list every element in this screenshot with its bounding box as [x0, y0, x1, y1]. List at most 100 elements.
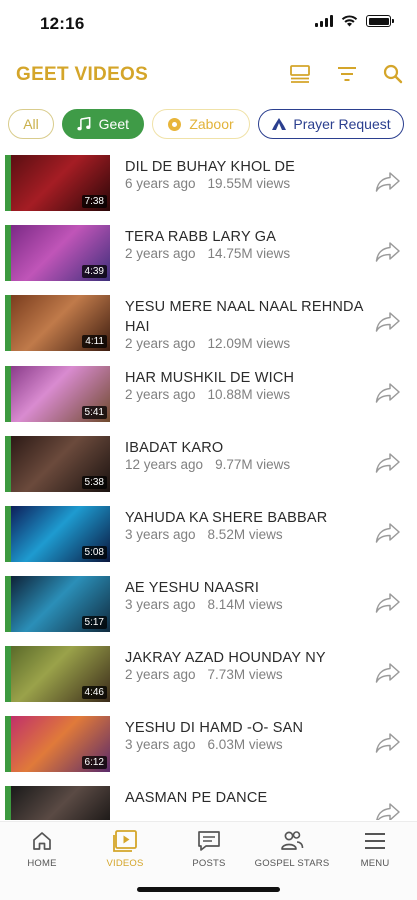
- share-icon[interactable]: [375, 171, 401, 193]
- video-thumbnail[interactable]: 5:17: [5, 576, 110, 632]
- video-duration: 6:12: [81, 756, 107, 769]
- video-thumbnail[interactable]: 4:39: [5, 225, 110, 281]
- video-thumbnail[interactable]: 4:11: [5, 295, 110, 351]
- chip-all[interactable]: All: [8, 109, 54, 139]
- chip-label: All: [23, 116, 39, 132]
- share-icon[interactable]: [375, 522, 401, 544]
- layout-view-icon[interactable]: [288, 62, 312, 86]
- video-icon: [113, 830, 137, 852]
- status-time: 12:16: [40, 14, 85, 33]
- share-icon[interactable]: [375, 662, 401, 684]
- video-meta: 2 years ago 10.88M views: [125, 387, 290, 402]
- thumbnail-image: [11, 786, 110, 820]
- video-title[interactable]: YESU MERE NAAL NAAL REHNDA HAI: [125, 297, 375, 337]
- nav-home[interactable]: HOME: [2, 830, 82, 869]
- video-duration: 5:38: [81, 476, 107, 489]
- signal-icon: [315, 15, 333, 27]
- video-age: 2 years ago: [125, 387, 196, 402]
- video-row[interactable]: 5:38 IBADAT KARO 12 years ago 9.77M views: [0, 436, 417, 492]
- chip-geet[interactable]: Geet: [62, 109, 144, 139]
- share-icon[interactable]: [375, 452, 401, 474]
- video-title[interactable]: AE YESHU NAASRI: [125, 578, 375, 598]
- chip-label: Prayer Request: [293, 116, 391, 132]
- video-title[interactable]: YESHU DI HAMD -O- SAN: [125, 718, 375, 738]
- video-duration: 7:38: [81, 195, 107, 208]
- share-icon[interactable]: [375, 592, 401, 614]
- video-views: 14.75M views: [207, 246, 291, 261]
- video-thumbnail[interactable]: 7:38: [5, 155, 110, 211]
- zaboor-icon: [168, 117, 182, 131]
- share-icon[interactable]: [375, 732, 401, 754]
- share-icon[interactable]: [375, 241, 401, 263]
- video-age: 2 years ago: [125, 246, 196, 261]
- nav-menu[interactable]: MENU: [335, 830, 415, 869]
- video-title[interactable]: YAHUDA KA SHERE BABBAR: [125, 508, 375, 528]
- category-chips: All Geet Zaboor Prayer Request: [8, 109, 404, 139]
- video-title[interactable]: TERA RABB LARY GA: [125, 227, 375, 247]
- video-row[interactable]: 7:38 DIL DE BUHAY KHOL DE 6 years ago 19.55…: [0, 155, 417, 211]
- filter-icon[interactable]: [335, 62, 359, 86]
- chip-prayer-request[interactable]: Prayer Request: [258, 109, 404, 139]
- video-duration: 4:39: [81, 265, 107, 278]
- video-duration: 4:46: [81, 686, 107, 699]
- search-icon[interactable]: [381, 62, 405, 86]
- video-meta: 12 years ago 9.77M views: [125, 457, 290, 472]
- menu-icon: [365, 833, 385, 849]
- chat-icon: [198, 831, 220, 851]
- video-title[interactable]: DIL DE BUHAY KHOL DE: [125, 157, 375, 177]
- nav-label: MENU: [360, 858, 390, 869]
- page-title: GEET VIDEOS: [16, 64, 149, 85]
- music-note-icon: [77, 117, 91, 131]
- status-bar: 12:16: [0, 0, 417, 44]
- chip-zaboor[interactable]: Zaboor: [152, 109, 250, 139]
- video-thumbnail[interactable]: [5, 786, 110, 820]
- video-age: 2 years ago: [125, 667, 196, 682]
- video-meta: 2 years ago 14.75M views: [125, 246, 290, 261]
- praying-hands-icon: [272, 118, 287, 130]
- video-thumbnail[interactable]: 4:46: [5, 646, 110, 702]
- share-icon[interactable]: [375, 382, 401, 404]
- video-thumbnail[interactable]: 5:38: [5, 436, 110, 492]
- wifi-icon: [341, 15, 358, 27]
- nav-gospel-stars[interactable]: GOSPEL STARS: [252, 830, 332, 869]
- video-thumbnail[interactable]: 5:41: [5, 366, 110, 422]
- video-title[interactable]: HAR MUSHKIL DE WICH: [125, 368, 375, 388]
- video-meta: 2 years ago 7.73M views: [125, 667, 283, 682]
- nav-label: POSTS: [192, 858, 226, 869]
- video-duration: 5:17: [81, 616, 107, 629]
- video-age: 3 years ago: [125, 527, 196, 542]
- video-thumbnail[interactable]: 5:08: [5, 506, 110, 562]
- video-views: 12.09M views: [207, 336, 291, 351]
- video-title[interactable]: IBADAT KARO: [125, 438, 375, 458]
- video-views: 19.55M views: [207, 176, 291, 191]
- video-row[interactable]: 4:46 JAKRAY AZAD HOUNDAY NY 2 years ago 7.7…: [0, 646, 417, 702]
- video-row[interactable]: 4:39 TERA RABB LARY GA 2 years ago 14.75M v…: [0, 225, 417, 281]
- video-meta: 2 years ago 12.09M views: [125, 336, 290, 351]
- nav-posts[interactable]: POSTS: [169, 830, 249, 869]
- home-icon: [33, 832, 51, 850]
- video-thumbnail[interactable]: 6:12: [5, 716, 110, 772]
- video-row[interactable]: 5:08 YAHUDA KA SHERE BABBAR 3 years ago 8.5…: [0, 506, 417, 562]
- video-age: 12 years ago: [125, 457, 204, 472]
- video-row[interactable]: 5:17 AE YESHU NAASRI 3 years ago 8.14M view…: [0, 576, 417, 632]
- video-duration: 4:11: [82, 335, 107, 348]
- video-row[interactable]: AASMAN PE DANCE: [0, 786, 417, 820]
- nav-label: HOME: [27, 858, 57, 869]
- video-meta: 6 years ago 19.55M views: [125, 176, 290, 191]
- video-row[interactable]: 6:12 YESHU DI HAMD -O- SAN 3 years ago 6.03…: [0, 716, 417, 772]
- video-duration: 5:08: [81, 546, 107, 559]
- video-age: 3 years ago: [125, 737, 196, 752]
- video-row[interactable]: 4:11 YESU MERE NAAL NAAL REHNDA HAI 2 year…: [0, 295, 417, 351]
- chip-label: Geet: [98, 116, 129, 132]
- video-age: 2 years ago: [125, 336, 196, 351]
- home-indicator: [137, 887, 280, 892]
- nav-videos[interactable]: VIDEOS: [85, 830, 165, 869]
- video-row[interactable]: 5:41 HAR MUSHKIL DE WICH 2 years ago 10.88M…: [0, 366, 417, 422]
- video-views: 7.73M views: [207, 667, 283, 682]
- video-title[interactable]: AASMAN PE DANCE: [125, 788, 375, 808]
- video-title[interactable]: JAKRAY AZAD HOUNDAY NY: [125, 648, 375, 668]
- people-icon: [281, 831, 304, 850]
- share-icon[interactable]: [375, 311, 401, 333]
- battery-icon: [366, 15, 394, 27]
- share-icon[interactable]: [375, 802, 401, 820]
